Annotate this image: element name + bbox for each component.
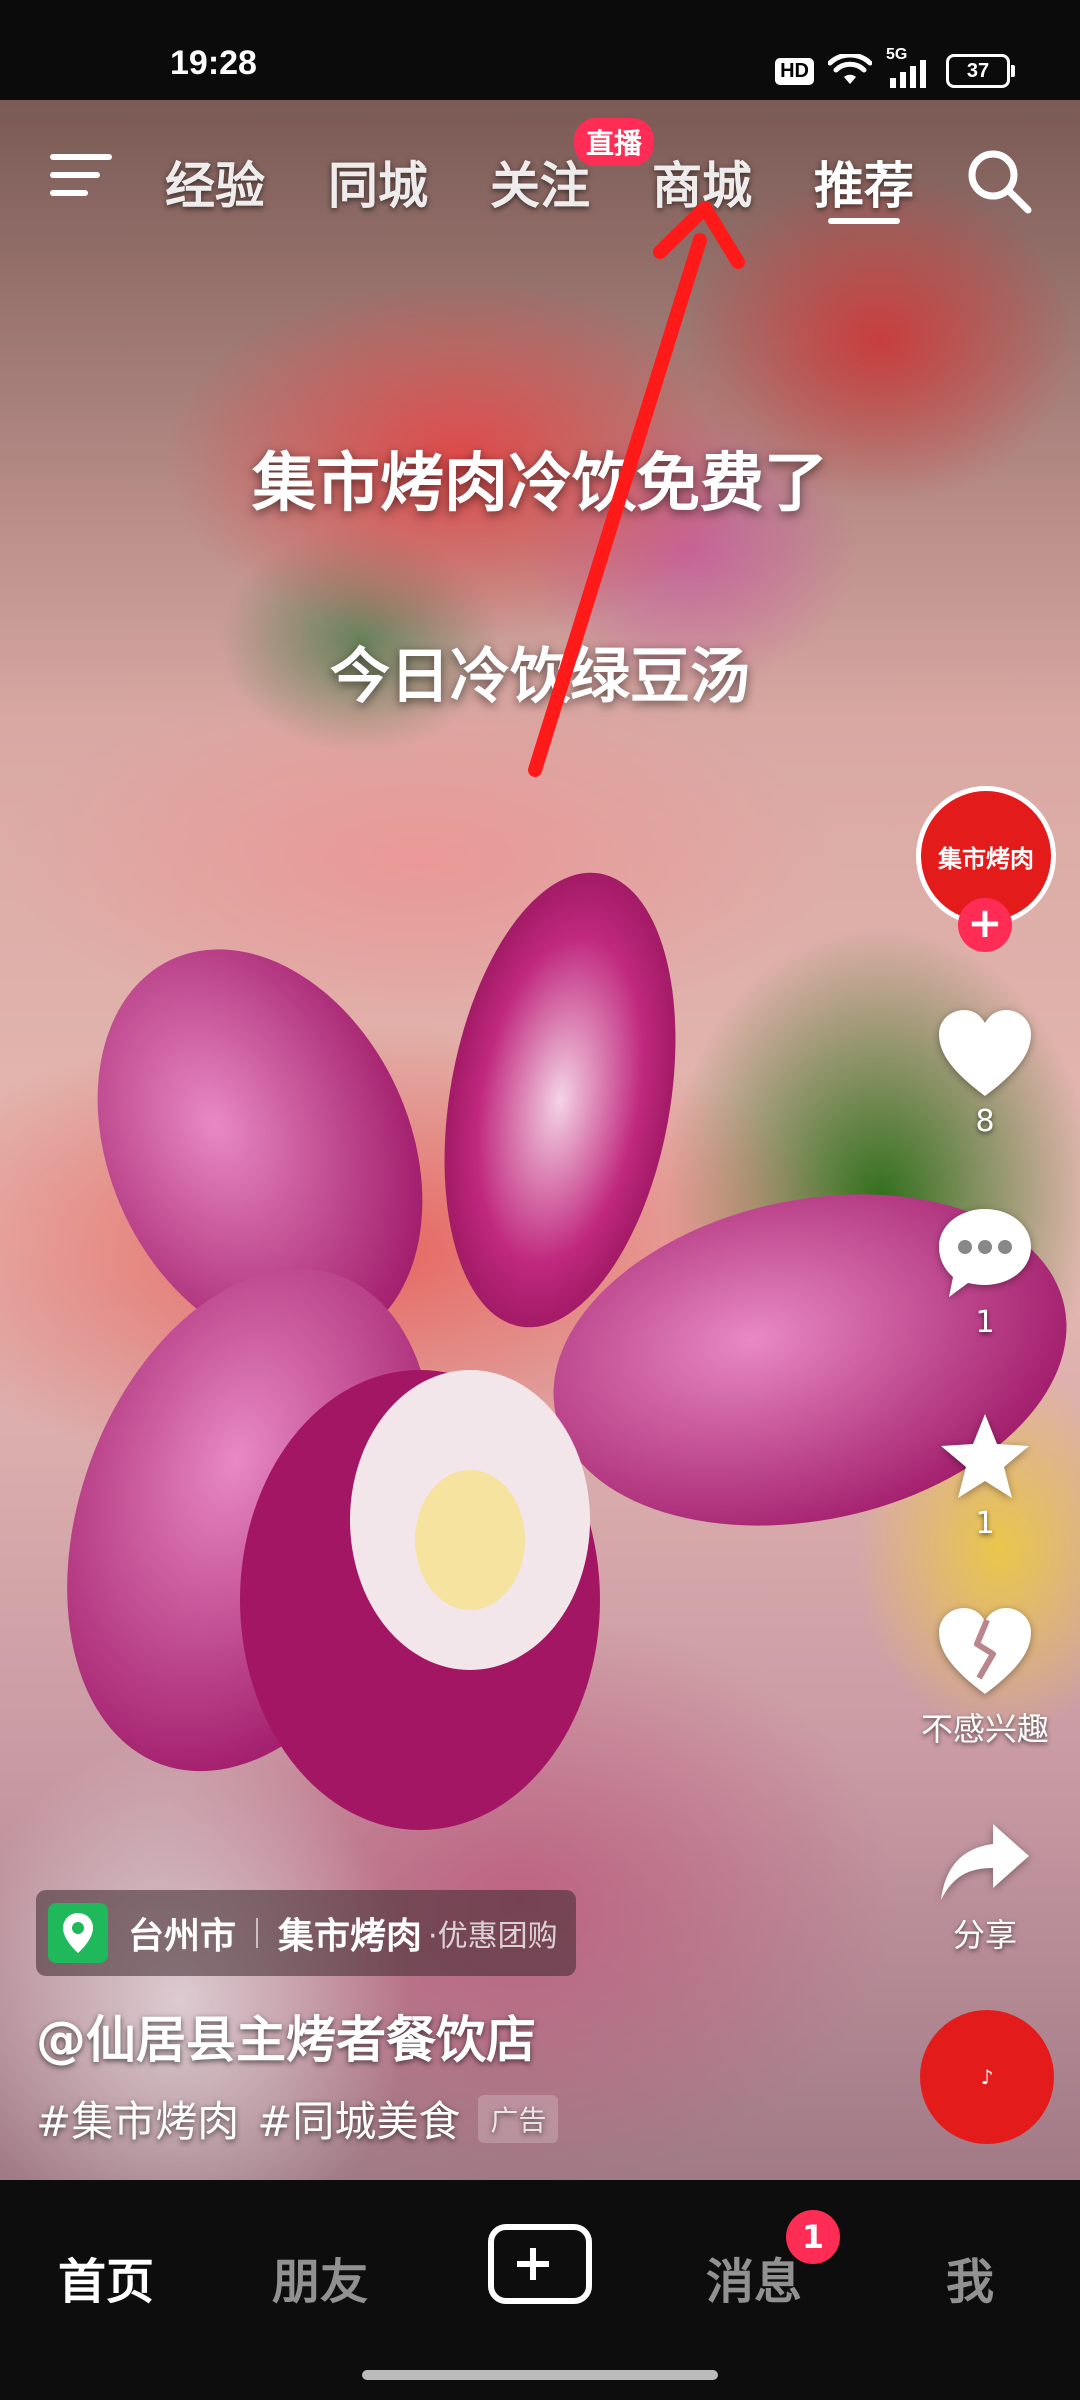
live-badge: 直播 bbox=[574, 118, 655, 166]
battery-icon: 37 bbox=[946, 54, 1015, 88]
tab-following[interactable]: 关注 bbox=[490, 146, 590, 218]
nav-friends[interactable]: 朋友 bbox=[272, 2242, 368, 2312]
ad-badge: 广告 bbox=[478, 2094, 559, 2143]
nav-me[interactable]: 我 bbox=[946, 2242, 994, 2312]
location-tag[interactable]: 台州市 集市烤肉 ·优惠团购 bbox=[36, 1890, 576, 1976]
nav-home[interactable]: 首页 bbox=[58, 2242, 154, 2312]
share-label: 分享 bbox=[952, 1916, 1017, 1954]
follow-button[interactable]: + bbox=[958, 898, 1012, 952]
comment-count: 1 bbox=[975, 1305, 995, 1340]
heart-icon bbox=[939, 1010, 1031, 1096]
not-interested-label: 不感兴趣 bbox=[920, 1710, 1049, 1748]
like-action[interactable]: 8 bbox=[910, 1008, 1060, 1139]
search-icon[interactable] bbox=[964, 146, 1034, 216]
comment-icon bbox=[939, 1209, 1031, 1297]
wifi-icon bbox=[828, 54, 872, 84]
network-type-label: 5G bbox=[886, 46, 908, 63]
tab-local[interactable]: 同城 bbox=[328, 146, 428, 218]
favorite-count: 1 bbox=[975, 1506, 995, 1541]
favorite-action[interactable]: 1 bbox=[910, 1410, 1060, 1541]
status-icons: HD 5G 37 bbox=[775, 46, 1015, 88]
music-disc-icon[interactable]: ♪ bbox=[920, 2010, 1054, 2144]
hashtag[interactable]: #集市烤肉 bbox=[36, 2088, 239, 2149]
creator-avatar[interactable]: 集市烤肉 + bbox=[916, 786, 1056, 952]
not-interested-action[interactable]: 不感兴趣 bbox=[910, 1606, 1060, 1750]
location-name: 集市烤肉 bbox=[278, 1916, 423, 1957]
tab-mall[interactable]: 商城 bbox=[652, 146, 752, 218]
location-pin-icon bbox=[48, 1903, 108, 1963]
comment-action[interactable]: 1 bbox=[910, 1205, 1060, 1340]
tab-experience[interactable]: 经验 bbox=[165, 146, 265, 218]
author-name[interactable]: @仙居县主烤者餐饮店 bbox=[36, 2000, 536, 2072]
create-button[interactable] bbox=[488, 2224, 592, 2304]
location-city: 台州市 bbox=[128, 1916, 237, 1957]
video-caption-2: 今日冷饮绿豆汤 bbox=[330, 642, 750, 712]
star-icon bbox=[941, 1414, 1029, 1498]
status-time: 19:28 bbox=[170, 44, 257, 82]
signal-icon: 5G bbox=[886, 46, 932, 88]
nav-messages[interactable]: 消息 bbox=[706, 2242, 802, 2312]
share-icon bbox=[941, 1824, 1029, 1900]
bottom-nav: 首页 朋友 消息 1 我 bbox=[0, 2180, 1080, 2400]
like-count: 8 bbox=[975, 1104, 995, 1139]
location-divider bbox=[256, 1918, 259, 1948]
message-badge: 1 bbox=[786, 2210, 840, 2264]
active-tab-indicator bbox=[828, 218, 900, 224]
top-nav: 经验 同城 关注 直播 商城 推荐 bbox=[0, 110, 1080, 240]
location-promo: ·优惠团购 bbox=[428, 1919, 558, 1954]
tab-recommended[interactable]: 推荐 bbox=[814, 146, 914, 218]
screen: 19:28 HD 5G 37 经验 同城 关注 直播 商城 推荐 集市烤肉冷饮免… bbox=[0, 0, 1080, 2400]
share-action[interactable]: 分享 bbox=[910, 1820, 1060, 1956]
hd-icon: HD bbox=[775, 57, 814, 85]
status-bar: 19:28 HD 5G 37 bbox=[0, 0, 1080, 100]
home-indicator[interactable] bbox=[362, 2370, 718, 2380]
video-caption-1: 集市烤肉冷饮免费了 bbox=[252, 447, 828, 521]
broken-heart-icon bbox=[939, 1608, 1031, 1694]
hashtag[interactable]: #同城美食 bbox=[257, 2088, 460, 2149]
hashtags: #集市烤肉 #同城美食 广告 bbox=[36, 2088, 559, 2149]
menu-icon[interactable] bbox=[50, 150, 114, 202]
